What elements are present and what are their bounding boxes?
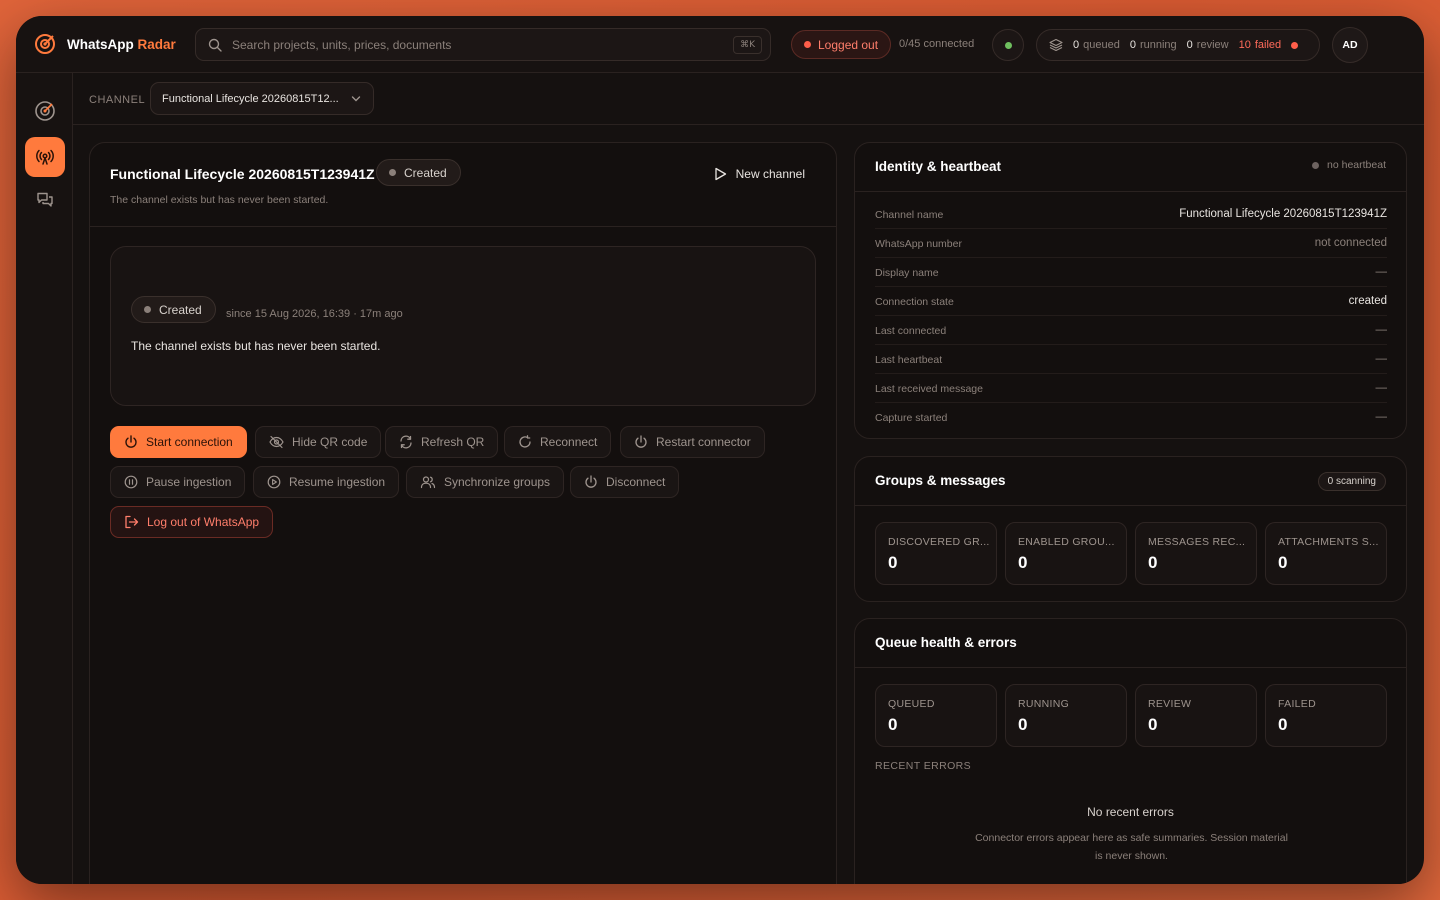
avatar[interactable]: AD xyxy=(1332,27,1368,63)
identity-row: Channel name Functional Lifecycle 2026081… xyxy=(875,200,1387,229)
queued-count: 0 queued xyxy=(1073,39,1120,51)
search-icon xyxy=(208,38,222,52)
empty-state-title: No recent errors xyxy=(1087,805,1174,819)
identity-heartbeat-card: Identity & heartbeat no heartbeat Channe… xyxy=(854,142,1407,439)
broadcast-icon xyxy=(36,149,54,165)
section-title: Queue health & errors xyxy=(875,635,1017,650)
brand[interactable]: WhatsApp Radar xyxy=(34,33,176,55)
stat-review: REVIEW 0 xyxy=(1135,684,1257,747)
refresh-icon xyxy=(400,435,412,449)
pause-ingestion-button[interactable]: Pause ingestion xyxy=(110,466,246,498)
identity-row: Last heartbeat — xyxy=(875,345,1387,374)
top-bar: WhatsApp Radar Search projects, units, p… xyxy=(16,16,1424,73)
section-title: Groups & messages xyxy=(875,473,1006,488)
stat-running: RUNNING 0 xyxy=(1005,684,1127,747)
queue-health-card: Queue health & errors QUEUED 0 RUNNING 0 R… xyxy=(854,618,1407,884)
channel-header: Functional Lifecycle 20260815T123941Z Cr… xyxy=(90,143,836,227)
sidebar xyxy=(16,73,73,884)
section-title: Identity & heartbeat xyxy=(875,159,1002,174)
status-badge: Created xyxy=(131,296,216,323)
identity-row: WhatsApp number not connected xyxy=(875,229,1387,258)
online-dot-icon xyxy=(1004,41,1012,49)
reconnect-button[interactable]: Reconnect xyxy=(504,426,612,458)
radar-logo-icon xyxy=(35,101,55,121)
resume-ingestion-button[interactable]: Resume ingestion xyxy=(253,466,400,498)
stat-attachments: ATTACHMENTS S... 0 xyxy=(1265,522,1387,585)
recent-errors-label: RECENT ERRORS xyxy=(875,760,972,772)
radar-logo-icon xyxy=(35,34,55,54)
status-dot xyxy=(804,41,811,48)
review-count: 0 review xyxy=(1186,39,1229,51)
stat-enabled-groups: ENABLED GROU... 0 xyxy=(1005,522,1127,585)
eye-off-icon xyxy=(269,435,284,449)
empty-state-description: Connector errors appear here as safe sum… xyxy=(975,832,1288,862)
logout-whatsapp-button[interactable]: Log out of WhatsApp xyxy=(110,506,274,538)
status-since: since 15 Aug 2026, 16:39 · 17m ago xyxy=(226,308,403,320)
auth-status-badge[interactable]: Logged out xyxy=(791,30,892,59)
power-icon xyxy=(585,475,597,488)
stat-discovered-groups: DISCOVERED GR... 0 xyxy=(875,522,997,585)
connection-indicator-button[interactable] xyxy=(992,29,1024,61)
rotate-icon xyxy=(519,435,531,448)
chevron-down-icon xyxy=(351,96,361,102)
identity-row: Last received message — xyxy=(875,374,1387,403)
sidebar-item-channels[interactable] xyxy=(25,137,65,177)
running-count: 0 running xyxy=(1129,39,1177,51)
identity-row: Display name — xyxy=(875,258,1387,287)
new-channel-button[interactable]: New channel xyxy=(714,167,805,181)
app-name: WhatsApp Radar xyxy=(67,36,176,52)
identity-row: Connection state created xyxy=(875,287,1387,316)
channel-select[interactable]: Functional Lifecycle 20260815T12... xyxy=(150,82,374,115)
app-window: WhatsApp Radar Search projects, units, p… xyxy=(16,16,1424,884)
sidebar-item-home[interactable] xyxy=(25,91,65,131)
chat-icon xyxy=(37,192,53,207)
heartbeat-status: no heartbeat xyxy=(1312,159,1386,171)
channel-label: CHANNEL xyxy=(89,94,146,106)
identity-row: Last connected — xyxy=(875,316,1387,345)
pause-icon xyxy=(124,475,138,489)
groups-messages-card: Groups & messages 0 scanning DISCOVERED … xyxy=(854,456,1407,602)
search-placeholder: Search projects, units, prices, document… xyxy=(232,37,452,52)
queue-summary[interactable]: 0 queued 0 running 0 review 10 failed xyxy=(1036,29,1320,61)
channel-detail-card: Functional Lifecycle 20260815T123941Z Cr… xyxy=(89,142,837,884)
search-shortcut: ⌘K xyxy=(733,36,762,54)
connection-status-panel: Created since 15 Aug 2026, 16:39 · 17m a… xyxy=(110,246,816,406)
stat-failed: FAILED 0 xyxy=(1265,684,1387,747)
start-connection-button[interactable]: Start connection xyxy=(110,426,247,458)
disconnect-button[interactable]: Disconnect xyxy=(570,466,680,498)
synchronize-groups-button[interactable]: Synchronize groups xyxy=(406,466,565,498)
play-icon xyxy=(714,167,726,181)
hide-qr-button[interactable]: Hide QR code xyxy=(255,426,382,458)
status-badge: Created xyxy=(376,159,461,186)
status-description: The channel exists but has never been st… xyxy=(131,339,381,353)
stat-queued: QUEUED 0 xyxy=(875,684,997,747)
channel-subtitle: The channel exists but has never been st… xyxy=(110,194,329,206)
power-icon xyxy=(635,435,647,448)
scanning-badge: 0 scanning xyxy=(1317,472,1386,491)
stat-messages-received: MESSAGES REC... 0 xyxy=(1135,522,1257,585)
logout-icon xyxy=(125,515,139,529)
play-circle-icon xyxy=(267,475,281,489)
power-icon xyxy=(125,435,137,448)
page-title: Functional Lifecycle 20260815T123941Z xyxy=(110,166,375,182)
search-input[interactable]: Search projects, units, prices, document… xyxy=(195,28,771,61)
layers-icon xyxy=(1049,38,1063,52)
failed-dot-icon xyxy=(1291,41,1299,49)
restart-connector-button[interactable]: Restart connector xyxy=(620,426,765,458)
connected-count: 0/45 connected xyxy=(899,38,975,50)
channel-bar: CHANNEL Functional Lifecycle 20260815T12… xyxy=(73,73,1424,125)
failed-count: 10 failed xyxy=(1238,39,1282,51)
users-icon xyxy=(420,476,436,489)
refresh-qr-button[interactable]: Refresh QR xyxy=(385,426,499,458)
sidebar-item-messages[interactable] xyxy=(25,180,65,220)
identity-row: Capture started — xyxy=(875,411,1387,424)
